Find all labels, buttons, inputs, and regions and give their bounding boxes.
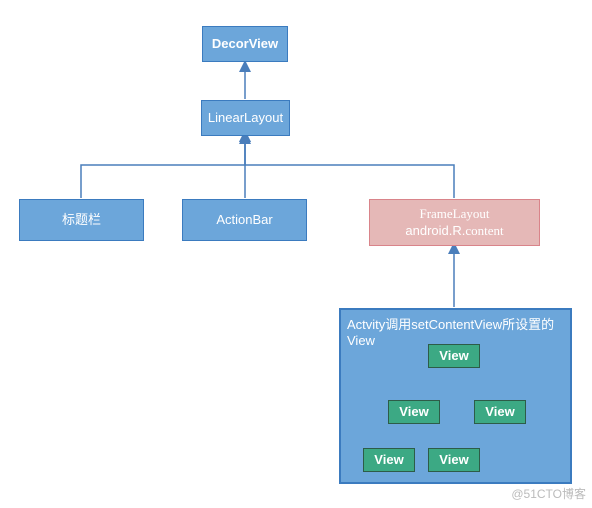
frame-prefix: android.R. (405, 223, 465, 238)
subtree-grandchild-2: View (428, 448, 480, 472)
node-label-line1: FrameLayout (419, 206, 489, 223)
subtree-grandchild-1: View (363, 448, 415, 472)
node-label: LinearLayout (208, 110, 283, 127)
node-label: View (439, 348, 468, 365)
node-label: View (485, 404, 514, 421)
subtree-root: View (428, 344, 480, 368)
frame-suffix: content (465, 223, 503, 238)
node-label: View (439, 452, 468, 469)
node-label: 标题栏 (62, 212, 101, 229)
node-label-line2: android.R.content (405, 223, 503, 240)
node-titlebar: 标题栏 (19, 199, 144, 241)
node-actionbar: ActionBar (182, 199, 307, 241)
node-linearlayout: LinearLayout (201, 100, 290, 136)
node-framelayout: FrameLayout android.R.content (369, 199, 540, 246)
node-decorview: DecorView (202, 26, 288, 62)
panel-title: Actvity调用setContentView所设置的View (347, 314, 564, 348)
node-label: View (399, 404, 428, 421)
watermark: @51CTO博客 (511, 485, 586, 502)
subtree-child-left: View (388, 400, 440, 424)
node-label: View (374, 452, 403, 469)
node-label: DecorView (212, 36, 278, 53)
node-label: ActionBar (216, 212, 272, 229)
subtree-child-right: View (474, 400, 526, 424)
